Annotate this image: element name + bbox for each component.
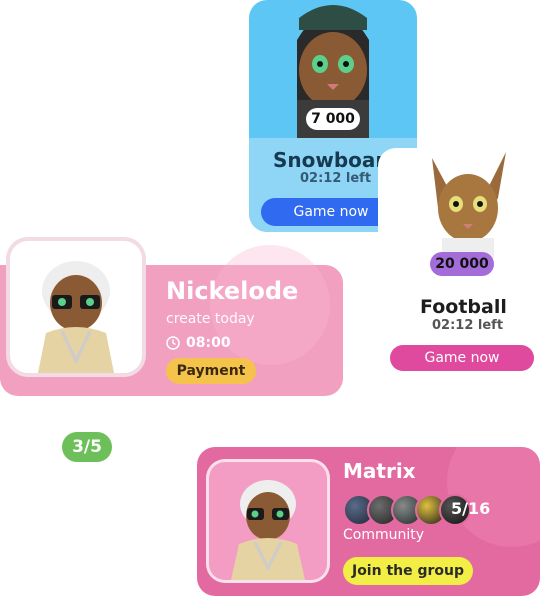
nickelode-title: Nickelode xyxy=(166,277,299,305)
matrix-category: Community xyxy=(343,527,425,543)
football-title: Football xyxy=(420,296,507,318)
football-cat-image xyxy=(432,152,506,258)
football-time-left: 02:12 left xyxy=(432,318,504,333)
snowboard-title: Snowboar xyxy=(273,148,386,172)
nickelode-subtitle: create today xyxy=(166,311,255,327)
nickelode-avatar xyxy=(10,241,142,373)
pagination-indicator: 3/5 xyxy=(62,432,112,462)
matrix-cat-image xyxy=(231,480,305,580)
matrix-title: Matrix xyxy=(343,459,416,483)
snowboard-time-left: 02:12 left xyxy=(300,171,372,186)
football-card[interactable]: 20 000 Football 02:12 left Game now xyxy=(378,148,546,384)
matrix-avatar xyxy=(209,462,327,580)
payment-button[interactable]: Payment xyxy=(166,358,256,384)
football-game-now-button[interactable]: Game now xyxy=(390,345,534,371)
nickelode-time-value: 08:00 xyxy=(186,335,231,351)
join-group-button[interactable]: Join the group xyxy=(343,557,473,585)
nickelode-cat-image xyxy=(38,261,114,373)
snowboard-price-badge: 7 000 xyxy=(306,108,360,130)
football-price-badge: 20 000 xyxy=(430,252,494,276)
clock-icon xyxy=(166,336,180,350)
nickelode-time: 08:00 xyxy=(166,335,231,351)
matrix-member-count: 5/16 xyxy=(451,499,491,518)
